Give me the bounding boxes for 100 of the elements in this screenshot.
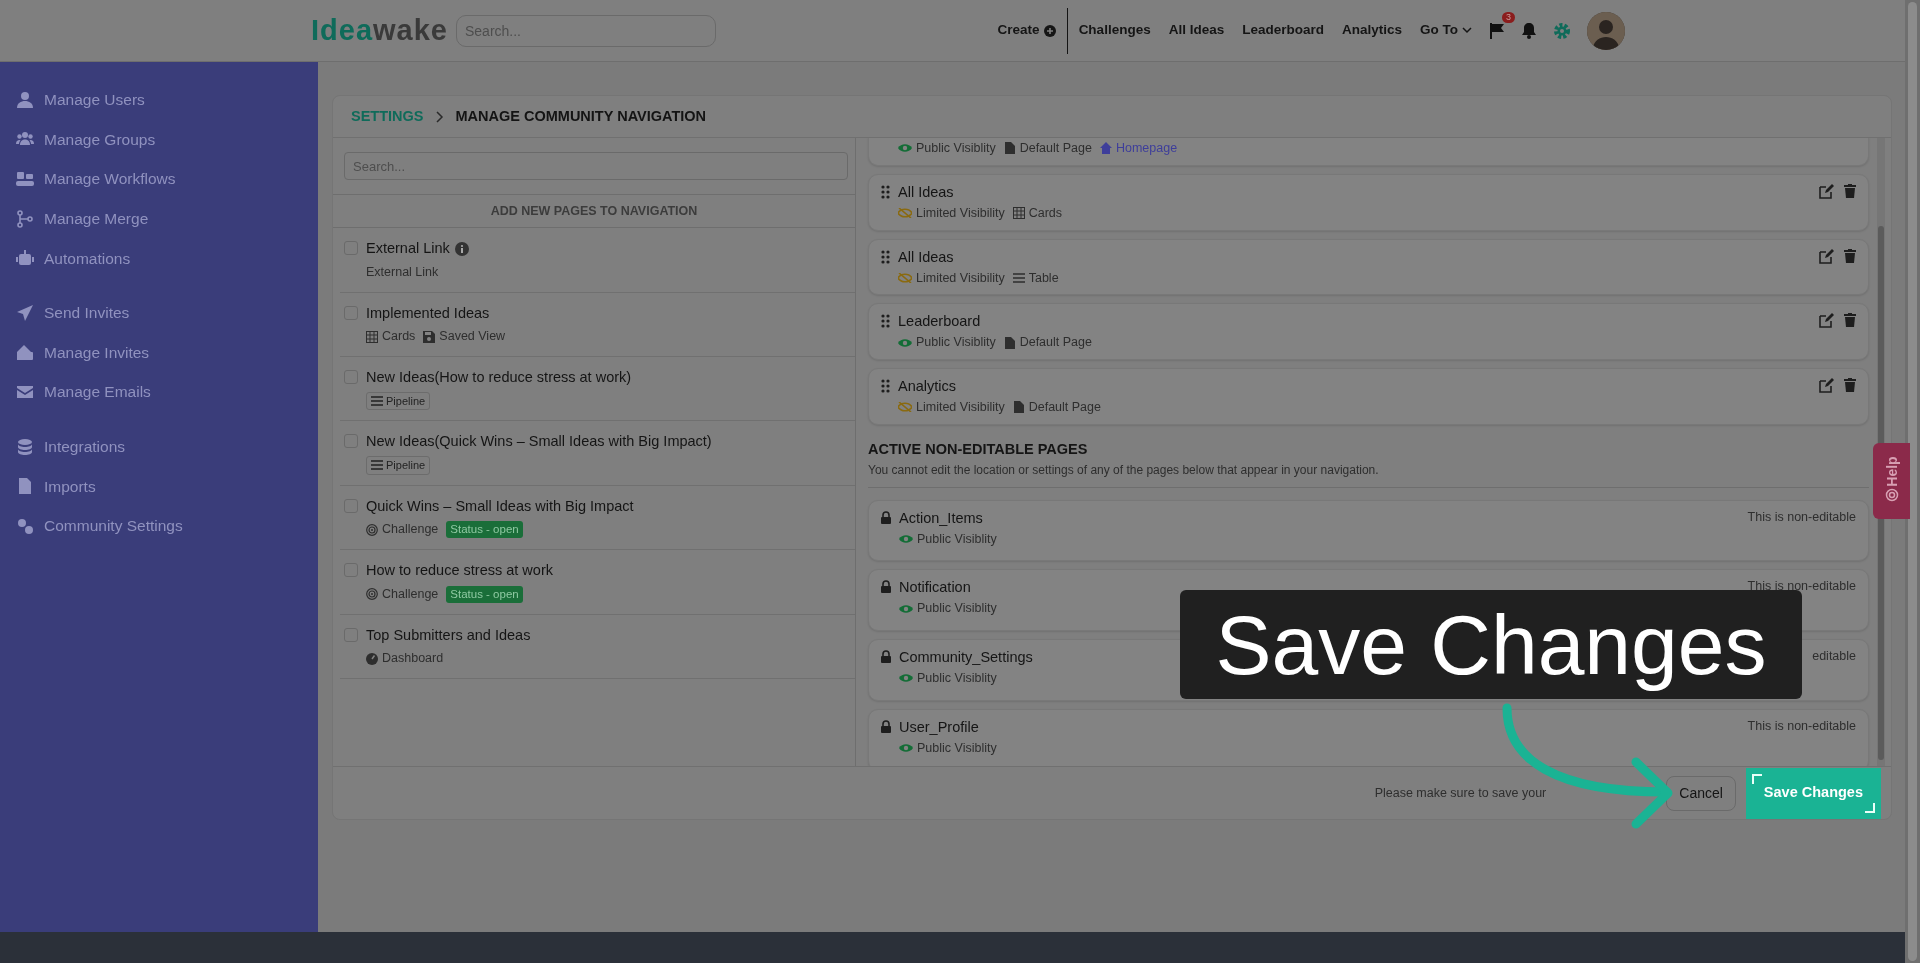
view-tag: Pipeline — [366, 391, 431, 411]
lock-icon — [881, 580, 891, 594]
gauge-icon — [366, 652, 378, 665]
page-name: Action_Items — [899, 508, 984, 528]
chevron-down-icon — [1462, 27, 1472, 34]
sidebar-item[interactable]: Community Settings — [16, 505, 318, 546]
homepage-link[interactable]: Homepage — [1115, 139, 1178, 158]
sidebar-item[interactable]: Manage Merge — [16, 198, 318, 239]
lock-icon — [881, 510, 891, 524]
cancel-button[interactable]: Cancel — [1666, 775, 1736, 811]
scrollbar[interactable] — [1905, 0, 1920, 963]
flag-icon — [1489, 21, 1505, 40]
page-name: How to reduce stress at work — [366, 561, 553, 580]
nav-link[interactable]: All Ideas — [1159, 16, 1234, 45]
tooltip-callout: Save Changes — [1180, 590, 1802, 699]
page-name: Notification — [899, 578, 972, 598]
visibility-label: Public Visiblity — [917, 739, 997, 757]
settings-icon — [1553, 21, 1571, 40]
sidebar-item[interactable]: Manage Invites — [16, 332, 318, 373]
help-tab[interactable]: Help — [1873, 443, 1910, 519]
trash-icon[interactable] — [1844, 248, 1856, 263]
sidebar-item[interactable]: Automations — [16, 238, 318, 278]
bell-icon — [1521, 22, 1537, 39]
target-icon — [366, 588, 378, 601]
nav-link[interactable]: Go To — [1411, 16, 1481, 45]
edit-icon[interactable] — [1819, 313, 1834, 329]
visibility-label: Limited Visibility — [916, 399, 1005, 416]
page-type: Challenge — [382, 585, 439, 603]
edit-icon[interactable] — [1819, 183, 1834, 199]
page-name: Implemented Ideas — [366, 303, 490, 323]
page-name: Community_Settings — [899, 648, 1033, 667]
page-name: All Ideas — [898, 247, 955, 267]
robot-icon — [16, 249, 34, 268]
sidebar-item[interactable]: Imports — [16, 466, 318, 506]
save-reminder: Please make sure to save your — [1374, 784, 1547, 802]
logo[interactable]: Ideawake — [311, 16, 448, 45]
document-icon — [1012, 401, 1025, 414]
visibility-label: Limited Visibility — [916, 269, 1005, 287]
trash-icon[interactable] — [1844, 313, 1856, 328]
visibility-label: Limited Visibility — [916, 204, 1005, 222]
status-badge: Status - open — [446, 521, 523, 539]
edit-icon[interactable] — [1819, 248, 1834, 264]
paper-plane-icon — [16, 303, 34, 322]
list-icon — [371, 395, 383, 407]
page-type: Default Page — [1028, 399, 1101, 416]
document-icon — [1003, 142, 1016, 155]
page-type: Saved View — [439, 328, 506, 346]
page-type: Default Page — [1019, 334, 1092, 352]
avatar[interactable] — [1587, 11, 1625, 50]
page-name: User_Profile — [899, 717, 980, 737]
drag-handle-icon[interactable] — [881, 314, 890, 329]
plus-circle-icon — [1043, 24, 1056, 37]
lock-icon — [881, 719, 891, 733]
page-name: New Ideas(Quick Wins – Small Ideas with Big Impact) — [366, 432, 712, 452]
target-icon — [366, 523, 378, 536]
view-tag: Pipeline — [366, 456, 431, 475]
database-icon — [16, 437, 34, 456]
branch-icon — [16, 209, 34, 228]
lock-icon — [881, 650, 891, 663]
drag-handle-icon[interactable] — [881, 249, 890, 264]
workflow-icon — [16, 170, 34, 188]
notification-count: 3 — [1502, 11, 1515, 24]
section-description: You cannot edit the location or settings of any of the pages below that appear in your navigation. — [868, 460, 1869, 488]
trash-icon[interactable] — [1844, 378, 1856, 392]
user-icon — [16, 90, 34, 109]
visibility-label: Public Visiblity — [917, 670, 997, 687]
nav-link[interactable]: Create — [988, 16, 1065, 45]
lifebuoy-icon — [1884, 487, 1899, 502]
status-badge: Status - open — [446, 585, 523, 603]
page-name: Analytics — [898, 377, 958, 396]
page-name: External Link — [366, 239, 450, 258]
nav-link[interactable]: Analytics — [1332, 16, 1411, 45]
sidebar-item[interactable]: Manage Users — [16, 80, 318, 120]
sidebar-item[interactable]: Send Invites — [16, 292, 318, 333]
save-button[interactable]: Save Changes — [1745, 767, 1881, 819]
drag-handle-icon[interactable] — [881, 184, 890, 199]
list-icon — [1012, 271, 1025, 284]
sidebar-item[interactable]: Manage Emails — [16, 372, 318, 412]
non-editable-note: This is non-editable — [1747, 717, 1856, 735]
page-name: Leaderboard — [898, 312, 982, 332]
file-icon — [16, 477, 34, 496]
edit-icon[interactable] — [1819, 378, 1834, 393]
trash-icon[interactable] — [1844, 183, 1856, 198]
page-type: Default Page — [1019, 140, 1092, 157]
section-heading: ACTIVE NON-EDITABLE PAGES — [868, 439, 1089, 459]
page-type: Challenge — [382, 521, 439, 539]
house-icon — [1099, 142, 1112, 155]
sidebar-item[interactable]: Manage Groups — [16, 119, 318, 160]
sidebar-item[interactable]: Integrations — [16, 426, 318, 467]
nav-link[interactable]: Leaderboard — [1233, 16, 1333, 45]
grid-icon — [366, 330, 378, 343]
drag-handle-icon[interactable] — [881, 379, 890, 393]
page-name: New Ideas(How to reduce stress at work) — [366, 368, 632, 387]
visibility-label: Public Visiblity — [916, 140, 996, 157]
non-editable-note: editable — [1812, 648, 1856, 665]
sidebar-item[interactable]: Manage Workflows — [16, 159, 318, 199]
nav-link[interactable]: Challenges — [1069, 16, 1160, 45]
page-type: External Link — [366, 263, 439, 281]
visibility-label: Public Visiblity — [917, 530, 997, 548]
page-type: Cards — [382, 328, 416, 346]
